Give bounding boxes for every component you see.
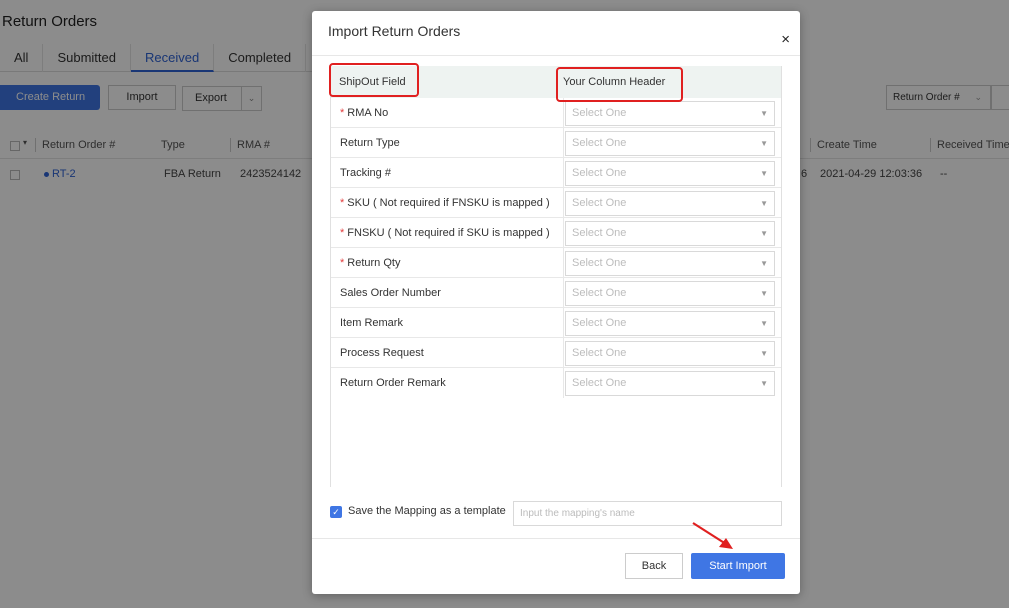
chevron-down-icon: ▼ <box>760 169 768 178</box>
shipout-field-label: Process Request <box>340 347 424 359</box>
field-name: Item Remark <box>340 317 403 329</box>
column-header-select[interactable]: Select One ▼ <box>565 251 775 276</box>
shipout-field-label: Item Remark <box>340 317 403 329</box>
chevron-down-icon: ▼ <box>760 139 768 148</box>
start-import-button[interactable]: Start Import <box>691 553 785 579</box>
mapping-row: * SKU ( Not required if FNSKU is mapped )… <box>331 188 781 218</box>
mapping-row: * FNSKU ( Not required if SKU is mapped )… <box>331 218 781 248</box>
column-header-select[interactable]: Select One ▼ <box>565 221 775 246</box>
close-icon[interactable]: × <box>781 32 790 47</box>
save-template-label: Save the Mapping as a template <box>348 505 506 517</box>
required-asterisk: * <box>340 257 345 269</box>
column-header-select[interactable]: Select One ▼ <box>565 131 775 156</box>
chevron-down-icon: ▼ <box>760 379 768 388</box>
field-name: FNSKU ( Not required if SKU is mapped ) <box>347 227 550 239</box>
field-name: Return Order Remark <box>340 377 446 389</box>
mapping-rows: * RMA No Select One ▼ Return Type Select One ▼… <box>331 98 781 398</box>
dialog-title: Import Return Orders <box>328 23 461 39</box>
column-divider <box>563 128 564 158</box>
column-divider <box>563 338 564 368</box>
required-asterisk: * <box>340 107 345 119</box>
chevron-down-icon: ▼ <box>760 229 768 238</box>
column-divider <box>563 308 564 338</box>
column-divider <box>563 158 564 188</box>
select-placeholder: Select One <box>572 227 627 239</box>
shipout-field-label: * RMA No <box>340 107 388 119</box>
select-placeholder: Select One <box>572 377 627 389</box>
required-asterisk: * <box>340 197 345 209</box>
select-placeholder: Select One <box>572 257 627 269</box>
chevron-down-icon: ▼ <box>760 109 768 118</box>
annotation-arrow-icon <box>692 522 733 549</box>
column-header-select[interactable]: Select One ▼ <box>565 191 775 216</box>
mapping-name-input[interactable]: Input the mapping's name <box>513 501 782 526</box>
chevron-down-icon: ▼ <box>760 319 768 328</box>
column-header-select[interactable]: Select One ▼ <box>565 281 775 306</box>
annotation-highlight <box>329 63 419 97</box>
chevron-down-icon: ▼ <box>760 199 768 208</box>
field-name: Sales Order Number <box>340 287 441 299</box>
mapping-row: Sales Order Number Select One ▼ <box>331 278 781 308</box>
shipout-field-label: Tracking # <box>340 167 391 179</box>
field-name: SKU ( Not required if FNSKU is mapped ) <box>347 197 550 209</box>
field-name: Process Request <box>340 347 424 359</box>
select-placeholder: Select One <box>572 317 627 329</box>
column-header-select[interactable]: Select One ▼ <box>565 371 775 396</box>
shipout-field-label: * SKU ( Not required if FNSKU is mapped ) <box>340 197 550 209</box>
shipout-field-label: * Return Qty <box>340 257 400 269</box>
chevron-down-icon: ▼ <box>760 259 768 268</box>
column-divider <box>563 278 564 308</box>
save-template-checkbox[interactable]: ✓ <box>330 506 342 518</box>
select-placeholder: Select One <box>572 197 627 209</box>
column-divider <box>563 218 564 248</box>
shipout-field-label: Return Order Remark <box>340 377 446 389</box>
back-button[interactable]: Back <box>625 553 683 579</box>
field-name: Tracking # <box>340 167 391 179</box>
field-name: Return Qty <box>347 257 401 269</box>
mapping-row: Return Order Remark Select One ▼ <box>331 368 781 398</box>
column-header-select[interactable]: Select One ▼ <box>565 101 775 126</box>
column-divider <box>563 188 564 218</box>
mapping-row: Return Type Select One ▼ <box>331 128 781 158</box>
shipout-field-label: Sales Order Number <box>340 287 441 299</box>
required-asterisk: * <box>340 227 345 239</box>
column-header-select[interactable]: Select One ▼ <box>565 311 775 336</box>
column-divider <box>563 368 564 398</box>
divider <box>312 55 800 56</box>
select-placeholder: Select One <box>572 137 627 149</box>
column-header-select[interactable]: Select One ▼ <box>565 161 775 186</box>
mapping-row: Item Remark Select One ▼ <box>331 308 781 338</box>
field-name: RMA No <box>347 107 389 119</box>
select-placeholder: Select One <box>572 107 627 119</box>
column-header-select[interactable]: Select One ▼ <box>565 341 775 366</box>
shipout-field-label: Return Type <box>340 137 400 149</box>
select-placeholder: Select One <box>572 287 627 299</box>
select-placeholder: Select One <box>572 167 627 179</box>
chevron-down-icon: ▼ <box>760 289 768 298</box>
shipout-field-label: * FNSKU ( Not required if SKU is mapped ) <box>340 227 550 239</box>
mapping-row: * RMA No Select One ▼ <box>331 98 781 128</box>
annotation-highlight <box>556 67 683 102</box>
mapping-row: * Return Qty Select One ▼ <box>331 248 781 278</box>
field-name: Return Type <box>340 137 400 149</box>
column-divider <box>563 98 564 128</box>
mapping-row: Process Request Select One ▼ <box>331 338 781 368</box>
field-mapping-table: ShipOut Field Your Column Header * RMA No… <box>330 66 782 487</box>
mapping-row: Tracking # Select One ▼ <box>331 158 781 188</box>
column-divider <box>563 248 564 278</box>
chevron-down-icon: ▼ <box>760 349 768 358</box>
select-placeholder: Select One <box>572 347 627 359</box>
